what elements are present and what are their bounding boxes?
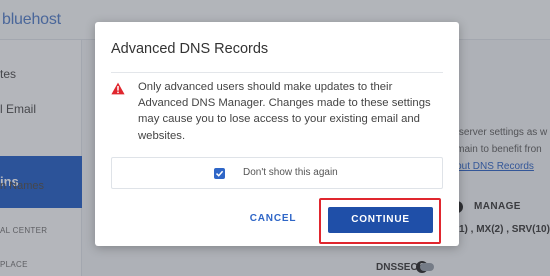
checkmark-icon [215,170,224,177]
warning-message: Only advanced users should make updates … [138,81,431,142]
advanced-dns-records-modal: Advanced DNS Records Only advanced users… [95,22,459,246]
dont-show-again-container: Don't show this again [111,157,443,189]
dont-show-again-checkbox[interactable] [214,168,225,179]
dont-show-again-label[interactable]: Don't show this again [243,167,338,178]
cancel-button[interactable]: CANCEL [247,209,299,229]
continue-button[interactable]: CONTINUE [328,207,433,233]
warning-triangle-icon [111,82,125,95]
modal-title: Advanced DNS Records [111,41,269,57]
modal-divider [111,72,443,73]
